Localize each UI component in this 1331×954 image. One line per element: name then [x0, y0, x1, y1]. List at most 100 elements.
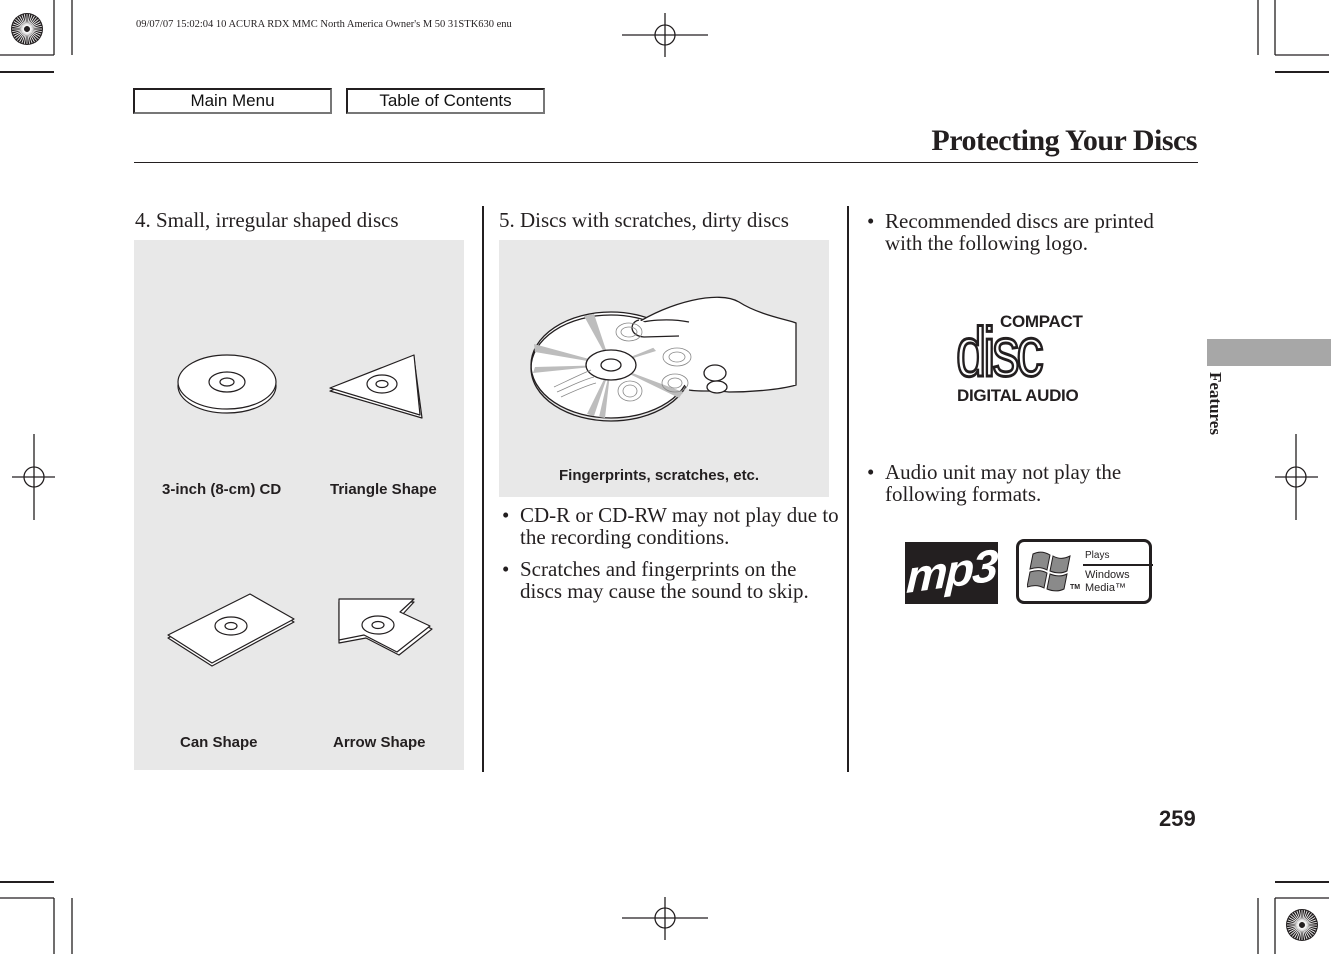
column-divider	[847, 206, 849, 772]
column-divider	[482, 206, 484, 772]
starburst-ray	[17, 17, 26, 27]
page-number: 259	[1159, 806, 1196, 831]
starburst-ray	[1296, 927, 1302, 940]
starburst-ray	[24, 31, 27, 44]
starburst-ray	[13, 30, 25, 37]
starburst-ray	[29, 19, 39, 28]
starburst-ray	[1290, 926, 1300, 935]
small-cd-illustration	[177, 354, 277, 414]
caption-triangle-shape: Triangle Shape	[330, 481, 437, 498]
starburst-ray	[21, 31, 27, 44]
starburst-ray	[29, 30, 41, 37]
starburst-ray	[1303, 911, 1310, 923]
starburst-ray	[29, 30, 39, 39]
starburst-ray	[1292, 927, 1301, 937]
starburst-ray	[28, 17, 37, 27]
starburst-ray	[1302, 910, 1305, 923]
starburst-ray	[1296, 910, 1302, 923]
starburst-ray	[1292, 913, 1301, 923]
table-of-contents-button[interactable]: Table of Contents	[346, 88, 545, 114]
starburst-ray	[21, 14, 27, 27]
starburst-ray	[1287, 925, 1300, 931]
starburst-target-top-left	[11, 13, 43, 45]
starburst-ray	[1288, 926, 1300, 933]
plays-windows-media-logo: TM Plays Windows Media™	[1016, 539, 1153, 604]
section-tab	[1207, 339, 1331, 366]
starburst-ray	[1288, 917, 1300, 924]
starburst-ray	[1304, 922, 1317, 925]
starburst-ray	[13, 21, 25, 28]
starburst-ray	[19, 31, 26, 43]
starburst-ray	[29, 26, 42, 29]
bullet-item: • Recommended discs are printed with the …	[867, 209, 1154, 255]
starburst-ray	[29, 23, 42, 29]
starburst-ray	[28, 15, 35, 27]
starburst-ray	[1304, 915, 1314, 924]
starburst-ray	[1294, 911, 1301, 923]
col3-bullet-recommended: • Recommended discs are printed with the …	[864, 210, 1194, 264]
starburst-ray	[1304, 917, 1316, 924]
col1-heading: 4. Small, irregular shaped discs	[135, 208, 399, 232]
starburst-ray	[1303, 927, 1312, 937]
main-menu-button[interactable]: Main Menu	[133, 88, 332, 114]
bullet-item: • Scratches and fingerprints on the discs…	[502, 557, 809, 603]
starburst-ray	[27, 14, 30, 27]
starburst-ray	[24, 14, 27, 27]
starburst-ray	[1303, 927, 1310, 939]
starburst-ray	[28, 31, 37, 41]
starburst-ray	[1302, 927, 1308, 940]
section-tab-label: Features	[1206, 372, 1225, 435]
caption-can-shape: Can Shape	[180, 734, 258, 751]
starburst-ray	[1290, 915, 1300, 924]
print-slug: 09/07/07 15:02:04 10 ACURA RDX MMC North…	[136, 19, 512, 30]
starburst-ray	[15, 19, 25, 28]
title-rule	[134, 162, 1198, 163]
starburst-ray	[12, 26, 25, 29]
starburst-ray	[1287, 922, 1300, 925]
starburst-ray	[1294, 927, 1301, 939]
starburst-ray	[1287, 919, 1300, 925]
starburst-ray	[1304, 925, 1317, 931]
starburst-ray	[12, 23, 25, 29]
starburst-ray	[1304, 919, 1317, 925]
starburst-ray	[1302, 910, 1308, 923]
wma-logo-rule	[1083, 564, 1153, 566]
starburst-ray	[1287, 925, 1300, 928]
starburst-ray	[27, 31, 33, 44]
starburst-ray	[28, 31, 35, 43]
col2-bullet-list: • CD-R or CD-RW may not play due to the r…	[499, 504, 839, 612]
starburst-ray	[1304, 926, 1314, 935]
starburst-ray	[12, 29, 25, 35]
starburst-ray	[29, 29, 42, 32]
arrow-disc-illustration	[338, 598, 433, 656]
col2-heading: 5. Discs with scratches, dirty discs	[499, 208, 789, 232]
starburst-ray	[29, 21, 41, 28]
bullet-item: • CD-R or CD-RW may not play due to the r…	[502, 503, 839, 549]
irregular-discs-figure: 3-inch (8-cm) CD Triangle Shape Can Shap…	[134, 240, 464, 770]
caption-fingerprints: Fingerprints, scratches, etc.	[559, 467, 760, 484]
page-title: Protecting Your Discs	[931, 124, 1197, 157]
starburst-ray	[27, 31, 30, 44]
starburst-ray	[12, 29, 25, 32]
starburst-ray	[1299, 927, 1302, 940]
mp3-logo: mp3	[905, 542, 998, 604]
compact-disc-logo: COMPACT disc DIGITAL AUDIO	[955, 312, 1083, 405]
starburst-ray	[15, 30, 25, 39]
triangle-disc-illustration	[329, 354, 423, 419]
col3-bullet-formats: • Audio unit may not play the following f…	[864, 461, 1194, 515]
starburst-ray	[1299, 910, 1302, 923]
starburst-ray	[1302, 927, 1305, 940]
starburst-ray	[17, 31, 26, 41]
starburst-ray	[1304, 925, 1317, 928]
starburst-ray	[19, 15, 26, 27]
caption-arrow-shape: Arrow Shape	[333, 734, 426, 751]
can-disc-illustration	[167, 593, 295, 667]
bullet-item: • Audio unit may not play the following f…	[867, 460, 1122, 506]
starburst-target-bottom-right	[1286, 909, 1318, 941]
starburst-ray	[1304, 926, 1316, 933]
dirty-disc-figure: Fingerprints, scratches, etc.	[499, 240, 829, 497]
starburst-ray	[29, 29, 42, 35]
hand-holding-disc-illustration	[530, 296, 797, 422]
starburst-ray	[27, 14, 33, 27]
starburst-ray	[1303, 913, 1312, 923]
